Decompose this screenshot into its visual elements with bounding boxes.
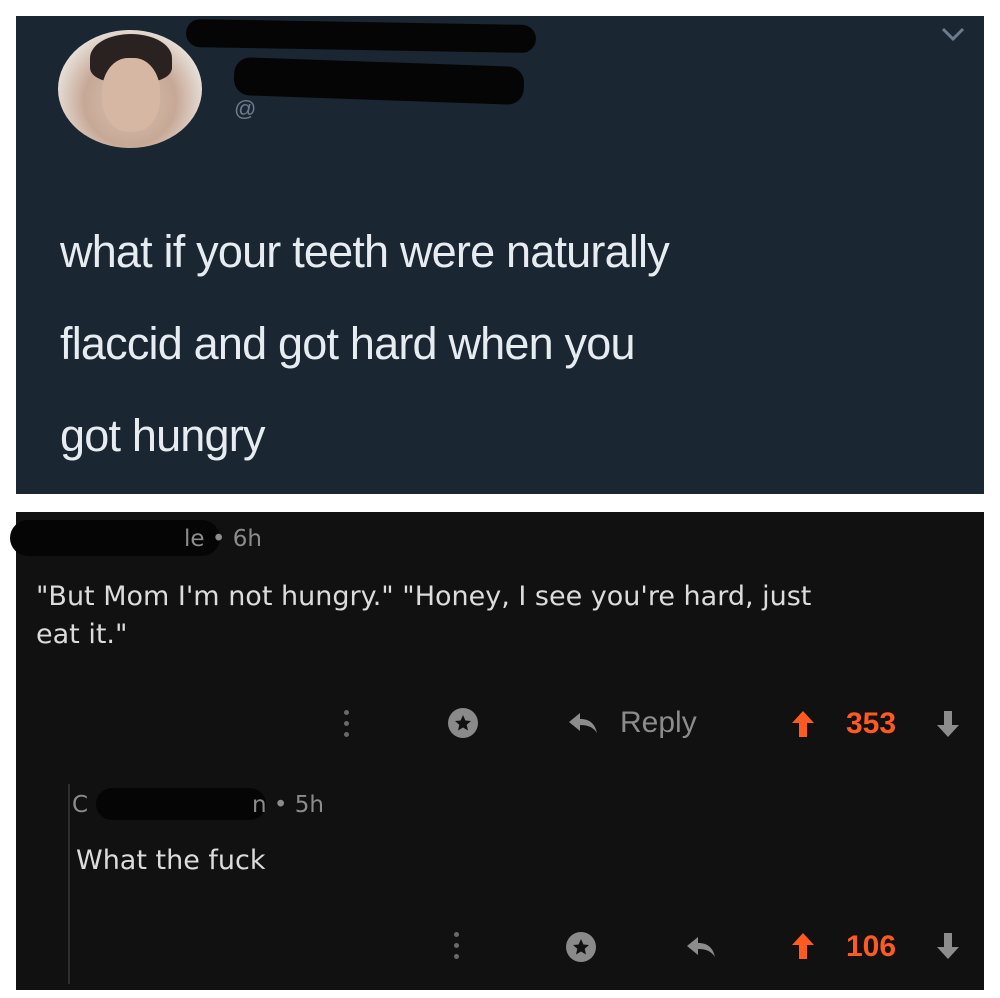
reply-icon[interactable] bbox=[566, 710, 600, 736]
redacted-username bbox=[96, 788, 266, 820]
reply-button[interactable]: Reply bbox=[620, 706, 697, 740]
tweet-handle[interactable]: @ bbox=[234, 96, 256, 122]
comment-thread: le • 6h "But Mom I'm not hungry." "Honey… bbox=[10, 512, 984, 990]
tweet-text: what if your teeth were naturally flacci… bbox=[60, 206, 940, 482]
thread-line bbox=[68, 784, 70, 984]
comment-meta: le • 6h bbox=[184, 526, 262, 552]
redacted-display-name bbox=[185, 18, 537, 54]
downvote-arrow-icon[interactable] bbox=[936, 710, 960, 738]
reply-meta-start: C bbox=[72, 792, 89, 818]
upvote-arrow-icon[interactable] bbox=[791, 710, 815, 738]
reply-body: What the fuck bbox=[76, 845, 266, 876]
reply-icon[interactable] bbox=[684, 934, 718, 960]
downvote-arrow-icon[interactable] bbox=[936, 932, 960, 960]
award-icon[interactable] bbox=[448, 708, 478, 738]
tweet-line: flaccid and got hard when you bbox=[60, 318, 636, 369]
comment-line: eat it." bbox=[36, 619, 128, 650]
chevron-down-icon[interactable] bbox=[938, 24, 968, 46]
reply-score: 106 bbox=[846, 930, 897, 963]
comment-score: 353 bbox=[846, 707, 897, 740]
comment-line: "But Mom I'm not hungry." "Honey, I see … bbox=[36, 581, 812, 612]
more-options-icon[interactable] bbox=[344, 710, 350, 738]
award-icon[interactable] bbox=[566, 932, 596, 962]
upvote-arrow-icon[interactable] bbox=[791, 932, 815, 960]
tweet-line: got hungry bbox=[60, 410, 265, 461]
tweet-line: what if your teeth were naturally bbox=[60, 226, 670, 277]
more-options-icon[interactable] bbox=[454, 932, 460, 960]
comment-body: "But Mom I'm not hungry." "Honey, I see … bbox=[36, 578, 976, 654]
avatar[interactable] bbox=[58, 30, 202, 148]
avatar-face bbox=[102, 58, 160, 132]
reply-meta-end: n • 5h bbox=[252, 792, 324, 818]
tweet-card: @ what if your teeth were naturally flac… bbox=[16, 16, 984, 494]
redacted-handle bbox=[233, 56, 525, 106]
